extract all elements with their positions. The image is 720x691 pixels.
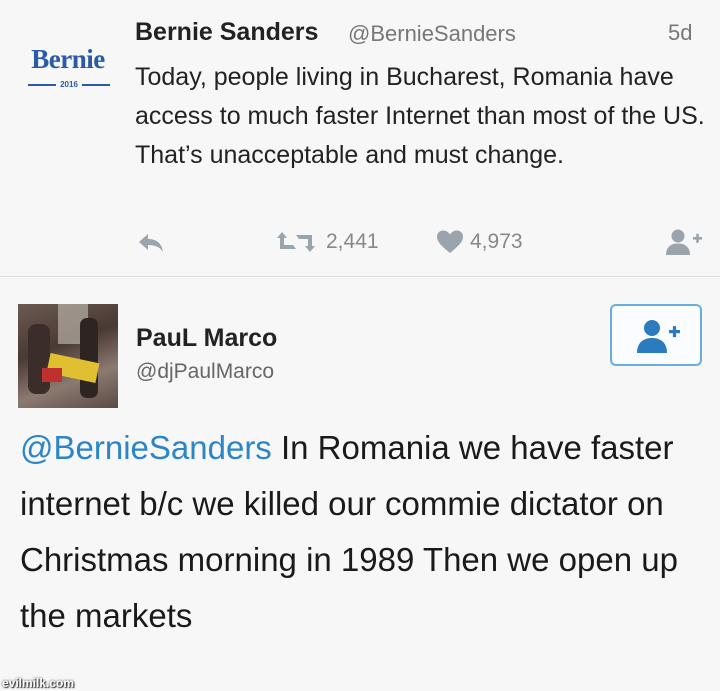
avatar-flag bbox=[42, 368, 62, 382]
like-count: 4,973 bbox=[470, 230, 523, 253]
logo-rule-right bbox=[82, 84, 110, 86]
reply-author-handle[interactable]: @djPaulMarco bbox=[136, 360, 274, 384]
mention-link[interactable]: @BernieSanders bbox=[20, 429, 272, 466]
bernie-2016-logo[interactable]: Bernie 2016 bbox=[22, 44, 114, 96]
avatar-figure bbox=[28, 324, 50, 394]
tweet-text: Today, people living in Bucharest, Roman… bbox=[135, 63, 705, 169]
logo-word: Bernie bbox=[31, 44, 105, 74]
reply-icon[interactable] bbox=[136, 230, 166, 254]
retweet-icon[interactable] bbox=[276, 230, 316, 254]
retweet-count: 2,441 bbox=[326, 230, 379, 253]
avatar[interactable] bbox=[18, 304, 118, 408]
follow-button[interactable] bbox=[610, 304, 702, 366]
author-name[interactable]: Bernie Sanders bbox=[135, 18, 318, 47]
tweet-timestamp[interactable]: 5d bbox=[668, 20, 692, 46]
tweet-actions-bar: 2,441 4,973 bbox=[0, 220, 720, 264]
author-handle[interactable]: @BernieSanders bbox=[348, 21, 516, 47]
reply-author-name[interactable]: PauL Marco bbox=[136, 324, 277, 353]
avatar-figure bbox=[80, 318, 98, 398]
tweet-card-bernie: Bernie 2016 Bernie Sanders @BernieSander… bbox=[0, 0, 720, 276]
tweet-divider bbox=[0, 276, 720, 277]
logo-year: 2016 bbox=[60, 80, 78, 89]
reply-tweet-text: @BernieSanders In Romania we have faster… bbox=[20, 420, 710, 644]
follow-icon bbox=[637, 320, 680, 353]
logo-rule-left bbox=[28, 84, 56, 86]
follow-icon[interactable] bbox=[664, 228, 704, 256]
heart-icon[interactable] bbox=[436, 229, 464, 255]
watermark: evilmilk.com bbox=[2, 676, 75, 690]
